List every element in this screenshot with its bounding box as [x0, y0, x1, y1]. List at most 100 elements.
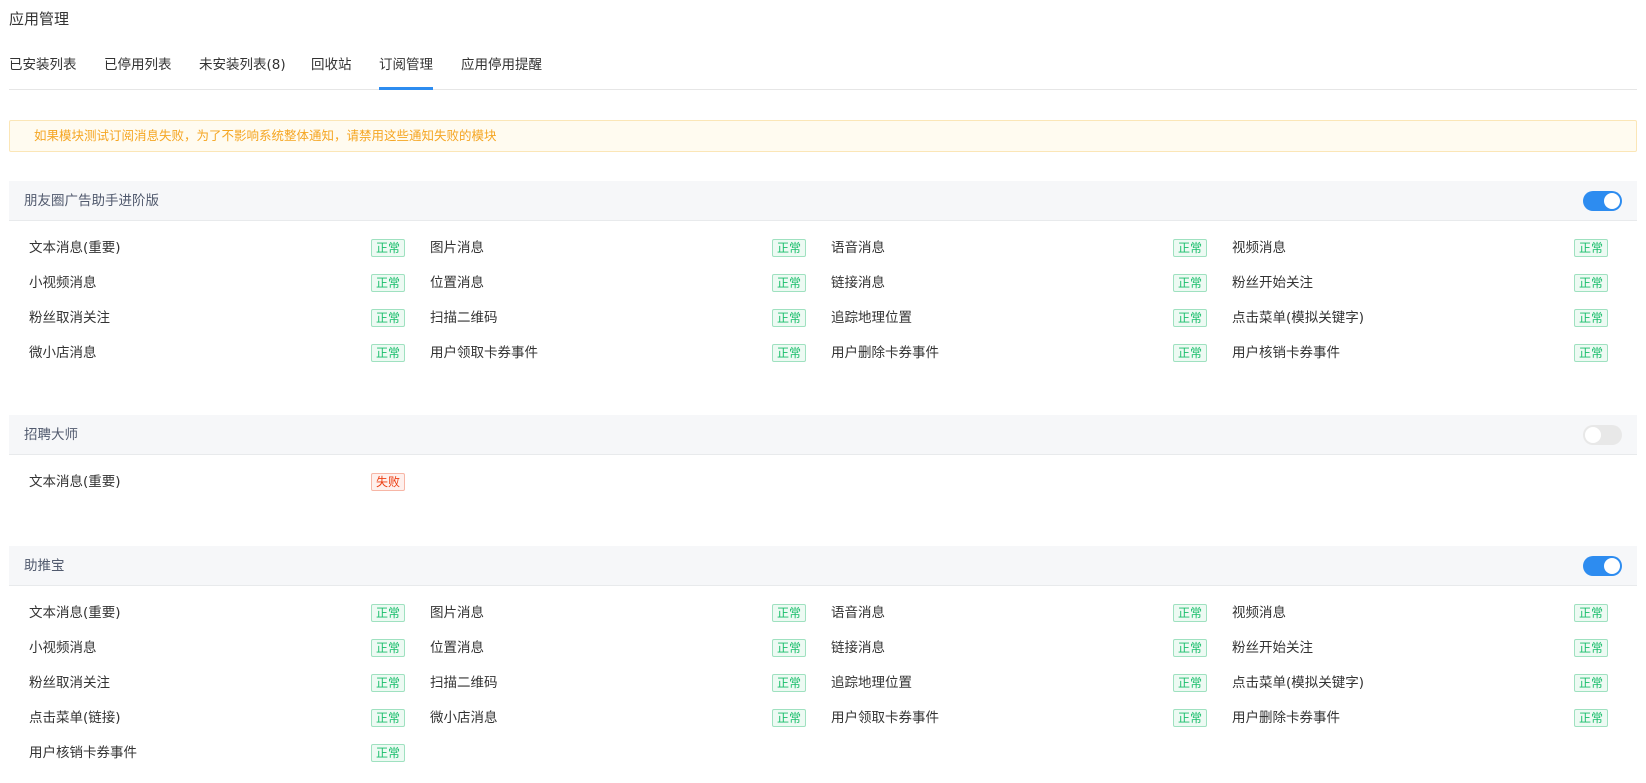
status-badge: 正常	[371, 309, 406, 327]
status-badge: 正常	[1173, 344, 1208, 362]
event-name: 视频消息	[1232, 240, 1286, 256]
event-item: 追踪地理位置 正常	[811, 301, 1208, 335]
status-badge: 正常	[1574, 309, 1609, 327]
event-item: 微小店消息 正常	[410, 701, 807, 735]
event-item: 文本消息(重要) 正常	[9, 596, 406, 630]
status-badge: 正常	[1574, 674, 1609, 692]
event-name: 点击菜单(模拟关键字)	[1232, 310, 1365, 326]
event-name: 语音消息	[831, 605, 885, 621]
event-name: 粉丝开始关注	[1232, 275, 1313, 291]
event-name: 粉丝开始关注	[1232, 640, 1313, 656]
event-name: 追踪地理位置	[831, 310, 912, 326]
event-name: 位置消息	[430, 640, 484, 656]
status-badge: 正常	[1173, 674, 1208, 692]
tab-recycle-bin[interactable]: 回收站	[311, 50, 352, 90]
event-item: 点击菜单(链接) 正常	[9, 701, 406, 735]
tab-bar: 已安装列表 已停用列表 未安装列表(8) 回收站 订阅管理 应用停用提醒	[9, 50, 1637, 90]
event-name: 用户删除卡券事件	[1232, 710, 1340, 726]
section-header: 招聘大师	[9, 415, 1637, 455]
event-item: 用户领取卡券事件 正常	[410, 336, 807, 370]
event-item: 扫描二维码 正常	[410, 666, 807, 700]
event-item: 扫描二维码 正常	[410, 301, 807, 335]
status-badge: 失败	[371, 473, 406, 491]
page-title: 应用管理	[9, 10, 70, 28]
event-item: 小视频消息 正常	[9, 266, 406, 300]
tab-disable-reminder[interactable]: 应用停用提醒	[461, 50, 542, 90]
event-item: 视频消息 正常	[1212, 231, 1609, 265]
warning-alert: 如果模块测试订阅消息失败，为了不影响系统整体通知，请禁用这些通知失败的模块	[9, 120, 1637, 152]
event-name: 扫描二维码	[430, 675, 498, 691]
event-name: 扫描二维码	[430, 310, 498, 326]
tab-installed[interactable]: 已安装列表	[9, 50, 77, 90]
event-item: 用户核销卡券事件 正常	[1212, 336, 1609, 370]
status-badge: 正常	[371, 239, 406, 257]
event-item: 用户删除卡券事件 正常	[1212, 701, 1609, 735]
event-name: 用户删除卡券事件	[831, 345, 939, 361]
status-badge: 正常	[1574, 344, 1609, 362]
status-badge: 正常	[1574, 604, 1609, 622]
event-item: 用户删除卡券事件 正常	[811, 336, 1208, 370]
event-item: 粉丝开始关注 正常	[1212, 631, 1609, 665]
tab-not-installed[interactable]: 未安装列表(8)	[199, 50, 286, 90]
module-toggle-switch[interactable]	[1583, 556, 1622, 576]
event-name: 点击菜单(模拟关键字)	[1232, 675, 1365, 691]
status-badge: 正常	[1173, 309, 1208, 327]
status-badge: 正常	[371, 709, 406, 727]
status-badge: 正常	[1574, 709, 1609, 727]
event-name: 小视频消息	[29, 640, 97, 656]
event-name: 链接消息	[831, 275, 885, 291]
event-item: 用户核销卡券事件 正常	[9, 736, 406, 770]
event-name: 粉丝取消关注	[29, 675, 110, 691]
status-badge: 正常	[772, 639, 807, 657]
event-name: 用户核销卡券事件	[29, 745, 137, 761]
event-name: 用户核销卡券事件	[1232, 345, 1340, 361]
event-item: 追踪地理位置 正常	[811, 666, 1208, 700]
event-name: 粉丝取消关注	[29, 310, 110, 326]
status-badge: 正常	[371, 744, 406, 762]
event-item: 点击菜单(模拟关键字) 正常	[1212, 301, 1609, 335]
status-badge: 正常	[772, 274, 807, 292]
event-name: 微小店消息	[29, 345, 97, 361]
event-name: 用户领取卡券事件	[430, 345, 538, 361]
event-name: 小视频消息	[29, 275, 97, 291]
status-badge: 正常	[772, 709, 807, 727]
status-badge: 正常	[772, 239, 807, 257]
status-badge: 正常	[1574, 274, 1609, 292]
section-title: 朋友圈广告助手进阶版	[24, 193, 159, 209]
status-badge: 正常	[1574, 239, 1609, 257]
status-badge: 正常	[1173, 604, 1208, 622]
event-item: 位置消息 正常	[410, 631, 807, 665]
module-toggle-switch[interactable]	[1583, 425, 1622, 445]
module-section: 助推宝 文本消息(重要) 正常 图片消息 正常 语音消息 正常 视频消息 正常 小视频消息 正常位…	[9, 546, 1637, 762]
event-item: 语音消息 正常	[811, 231, 1208, 265]
event-item: 粉丝取消关注 正常	[9, 666, 406, 700]
status-badge: 正常	[772, 674, 807, 692]
status-badge: 正常	[1173, 639, 1208, 657]
tab-subscription[interactable]: 订阅管理	[379, 50, 433, 90]
status-badge: 正常	[1173, 274, 1208, 292]
status-badge: 正常	[772, 604, 807, 622]
event-item: 用户领取卡券事件 正常	[811, 701, 1208, 735]
event-item: 视频消息 正常	[1212, 596, 1609, 630]
status-badge: 正常	[371, 274, 406, 292]
tab-disabled[interactable]: 已停用列表	[104, 50, 172, 90]
status-badge: 正常	[371, 604, 406, 622]
status-badge: 正常	[371, 639, 406, 657]
event-item: 位置消息 正常	[410, 266, 807, 300]
event-name: 文本消息(重要)	[29, 605, 121, 621]
event-name: 语音消息	[831, 240, 885, 256]
event-name: 微小店消息	[430, 710, 498, 726]
event-name: 图片消息	[430, 605, 484, 621]
toggle-knob	[1585, 427, 1601, 443]
event-item: 图片消息 正常	[410, 596, 807, 630]
event-name: 位置消息	[430, 275, 484, 291]
event-item: 微小店消息 正常	[9, 336, 406, 370]
section-title: 助推宝	[24, 558, 65, 574]
module-toggle-switch[interactable]	[1583, 191, 1622, 211]
status-badge: 正常	[371, 674, 406, 692]
event-item: 小视频消息 正常	[9, 631, 406, 665]
event-item: 粉丝开始关注 正常	[1212, 266, 1609, 300]
section-header: 助推宝	[9, 546, 1637, 586]
section-title: 招聘大师	[24, 427, 78, 443]
app-management-page: 应用管理 已安装列表 已停用列表 未安装列表(8) 回收站 订阅管理 应用停用提…	[9, 0, 1637, 783]
